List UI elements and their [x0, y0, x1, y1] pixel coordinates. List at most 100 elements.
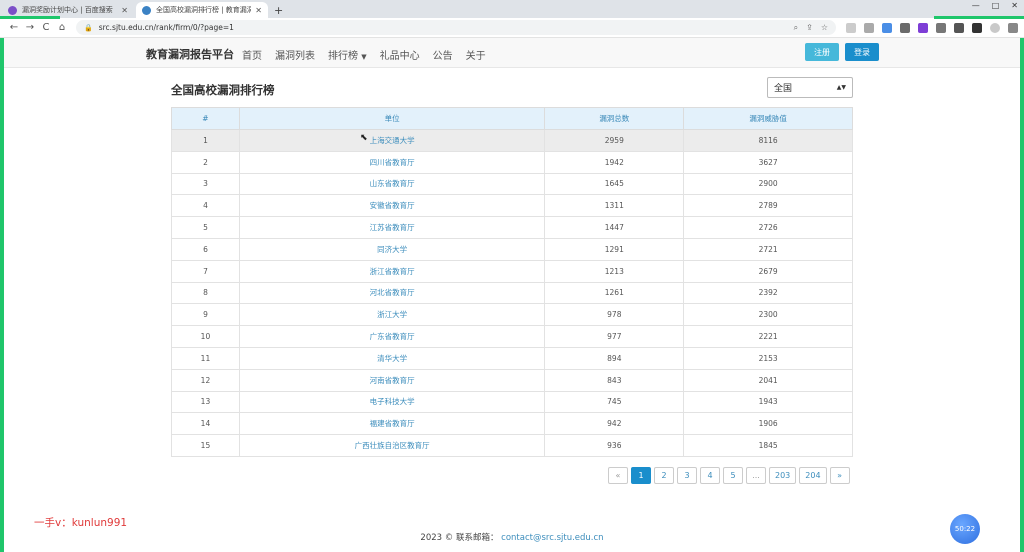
minimize-icon[interactable]: — — [972, 1, 980, 10]
tab-close-icon[interactable]: ✕ — [255, 6, 262, 15]
rank-cell: 4 — [171, 194, 240, 218]
extension-icon[interactable] — [882, 22, 892, 33]
unit-link[interactable]: 清华大学 — [238, 346, 546, 370]
table-header-row: # 单位 漏洞总数 漏洞威胁值 — [171, 107, 853, 130]
nav-rank[interactable]: 排行榜 ▼ — [328, 47, 367, 62]
threat-cell: 1943 — [683, 390, 853, 414]
home-icon[interactable]: ⌂ — [54, 22, 70, 33]
login-button[interactable]: 登录 — [845, 43, 879, 61]
unit-link[interactable]: 电子科技大学 — [238, 390, 546, 414]
unit-link[interactable]: 浙江大学 — [238, 303, 546, 327]
threat-cell: 2153 — [683, 346, 853, 370]
total-cell: 942 — [544, 412, 685, 436]
unit-link[interactable]: 广西壮族自治区教育厅 — [238, 434, 546, 457]
unit-link[interactable]: 福建省教育厅 — [238, 412, 546, 436]
page-4[interactable]: 4 — [700, 467, 720, 484]
url-text[interactable]: src.sjtu.edu.cn/rank/firm/0/?page=1 — [99, 23, 234, 32]
nav-links: 首页 漏洞列表 排行榜 ▼ 礼品中心 公告 关于 — [242, 47, 486, 62]
threat-cell: 2679 — [683, 259, 853, 283]
baidu-favicon-icon — [8, 5, 17, 15]
maximize-icon[interactable]: □ — [992, 1, 1000, 10]
page-204[interactable]: 204 — [799, 467, 827, 484]
unit-link[interactable]: 河北省教育厅 — [238, 281, 546, 305]
table-row: 1 上海交通大学 2959 8116 — [171, 129, 853, 152]
rank-cell: 6 — [171, 237, 240, 261]
threat-cell: 2300 — [683, 303, 853, 327]
page-5[interactable]: 5 — [723, 467, 743, 484]
contact-email-link[interactable]: contact@src.sjtu.edu.cn — [501, 533, 603, 543]
table-row: 15 广西壮族自治区教育厅 936 1845 — [171, 434, 853, 457]
unit-link[interactable]: 河南省教育厅 — [238, 368, 546, 392]
unit-link[interactable]: 四川省教育厅 — [238, 150, 546, 174]
reload-icon[interactable]: C — [38, 22, 54, 33]
rank-cell: 10 — [171, 325, 240, 348]
pagination: « 1 2 3 4 5 ... 203 204 » — [608, 467, 850, 484]
nav-notice[interactable]: 公告 — [433, 47, 453, 62]
nav-home[interactable]: 首页 — [242, 47, 262, 62]
col-header-rank: # — [171, 107, 240, 130]
window-controls: — □ ✕ — [972, 1, 1018, 10]
page-2[interactable]: 2 — [654, 467, 674, 484]
nav-gift[interactable]: 礼品中心 — [380, 47, 420, 62]
rank-cell: 5 — [171, 216, 240, 239]
gear-icon[interactable] — [936, 22, 946, 33]
rank-cell: 3 — [171, 172, 240, 196]
back-icon[interactable]: ← — [6, 22, 22, 33]
tab-close-icon[interactable]: ✕ — [121, 6, 128, 15]
region-selected-value: 全国 — [774, 84, 793, 94]
unit-link[interactable]: 江苏省教育厅 — [238, 216, 546, 239]
extension-icon[interactable] — [864, 22, 874, 33]
new-tab-button[interactable]: + — [274, 2, 283, 18]
rank-cell: 1 — [171, 129, 240, 152]
page-3[interactable]: 3 — [677, 467, 697, 484]
total-cell: 1311 — [544, 194, 685, 218]
page-prev[interactable]: « — [608, 467, 628, 484]
region-select[interactable]: 全国 ▲▼ — [767, 77, 853, 98]
recording-timer[interactable]: 50:22 — [950, 514, 980, 544]
rank-cell: 2 — [171, 150, 240, 174]
bookmark-star-icon[interactable]: ☆ — [821, 23, 828, 32]
unit-link[interactable]: 广东省教育厅 — [238, 325, 546, 348]
menu-icon[interactable] — [1008, 22, 1018, 33]
unit-link[interactable]: 同济大学 — [238, 237, 546, 261]
extension-icon[interactable] — [846, 22, 856, 33]
table-row: 8 河北省教育厅 1261 2392 — [171, 281, 853, 305]
nav-rank-label: 排行榜 — [328, 51, 358, 62]
browser-tab-2[interactable]: 全国高校漏洞排行榜 | 教育漏洞报 ✕ — [136, 2, 268, 18]
table-row: 7 浙江省教育厅 1213 2679 — [171, 259, 853, 283]
sidebar-icon[interactable] — [972, 22, 982, 33]
nav-about[interactable]: 关于 — [466, 47, 486, 62]
recording-border-right — [1020, 38, 1024, 552]
threat-cell: 2041 — [683, 368, 853, 392]
table-row: 6 同济大学 1291 2721 — [171, 237, 853, 261]
rank-cell: 12 — [171, 368, 240, 392]
table-row: 12 河南省教育厅 843 2041 — [171, 368, 853, 392]
share-icon[interactable]: ⇪ — [806, 23, 813, 32]
site-brand[interactable]: 教育漏洞报告平台 — [146, 46, 234, 62]
threat-cell: 1906 — [683, 412, 853, 436]
url-bar[interactable]: 🔒 src.sjtu.edu.cn/rank/firm/0/?page=1 ⌕ … — [76, 20, 836, 35]
page-next[interactable]: » — [829, 467, 850, 484]
zoom-icon[interactable]: ⌕ — [794, 23, 798, 33]
profile-icon[interactable] — [990, 22, 1000, 33]
table-row: 2 四川省教育厅 1942 3627 — [171, 150, 853, 174]
register-button[interactable]: 注册 — [805, 43, 839, 61]
col-header-total: 漏洞总数 — [544, 107, 685, 130]
page-1[interactable]: 1 — [631, 467, 651, 484]
unit-link[interactable]: 山东省教育厅 — [238, 172, 546, 196]
rank-cell: 11 — [171, 346, 240, 370]
page-203[interactable]: 203 — [769, 467, 797, 484]
total-cell: 1291 — [544, 237, 685, 261]
extension-icons — [846, 22, 1018, 33]
close-window-icon[interactable]: ✕ — [1011, 1, 1018, 10]
address-toolbar: ← → C ⌂ 🔒 src.sjtu.edu.cn/rank/firm/0/?p… — [0, 18, 1024, 38]
extension-icon[interactable] — [918, 22, 928, 33]
extension-icon[interactable] — [900, 22, 910, 33]
forward-icon[interactable]: → — [22, 22, 38, 33]
nav-vuln-list[interactable]: 漏洞列表 — [275, 47, 315, 62]
puzzle-icon[interactable] — [954, 22, 964, 33]
total-cell: 894 — [544, 346, 685, 370]
unit-link[interactable]: 浙江省教育厅 — [238, 259, 546, 283]
unit-link[interactable]: 安徽省教育厅 — [238, 194, 546, 218]
unit-link[interactable]: 上海交通大学 — [238, 129, 546, 152]
